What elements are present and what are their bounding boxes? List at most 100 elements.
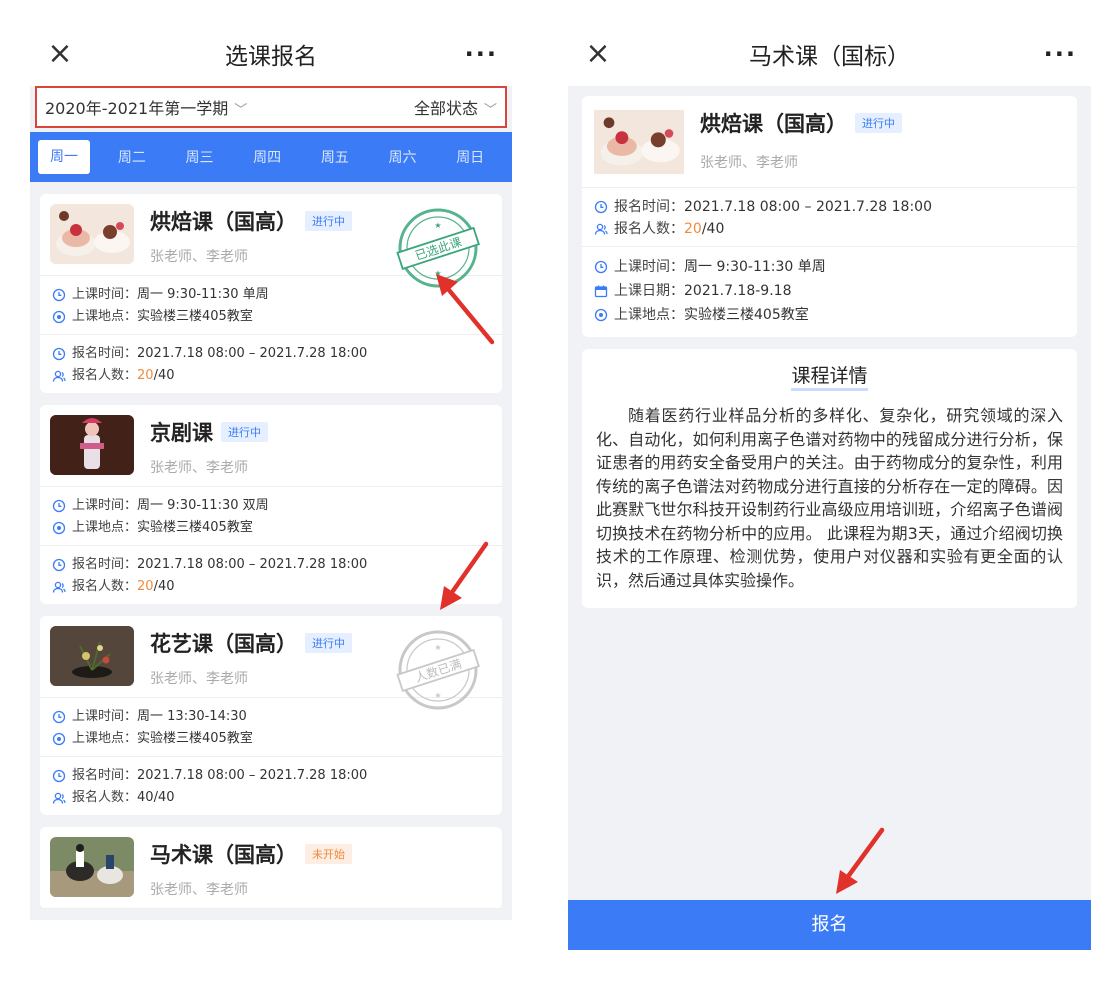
location-icon — [52, 521, 66, 535]
tab-tue[interactable]: 周二 — [98, 147, 166, 167]
tab-thu[interactable]: 周四 — [233, 147, 301, 167]
people-icon — [52, 792, 66, 804]
class-place-label: 上课地点： — [72, 309, 138, 324]
course-detail-screen: × 马术课（国标） ··· 烘焙课（国高） 进行中 张老师、李老师 报名时间： … — [568, 22, 1091, 950]
reg-count-label: 报名人数： — [72, 579, 138, 594]
clock-icon — [52, 288, 66, 302]
clock-icon — [52, 769, 66, 783]
class-place-row: 上课地点： 实验楼三楼405教室 — [52, 728, 490, 750]
full-stamp: 人数已满 ★ ★ — [396, 630, 480, 710]
location-icon — [52, 310, 66, 324]
course-name: 烘焙课（国高） — [700, 112, 847, 136]
detail-heading: 课程详情 — [596, 361, 1063, 391]
status-badge: 进行中 — [305, 211, 352, 231]
term-select[interactable]: 2020年-2021年第一学期 ﹀ — [45, 95, 247, 119]
reg-time-value: 2021.7.18 08:00 – 2021.7.28 18:00 — [684, 199, 932, 215]
class-time-value: 周一 13:30-14:30 — [137, 709, 247, 724]
class-place-row: 上课地点： 实验楼三楼405教室 — [594, 303, 1065, 327]
svg-text:★: ★ — [434, 221, 441, 230]
class-place-label: 上课地点： — [614, 307, 684, 323]
course-card[interactable]: 花艺课（国高） 进行中 张老师、李老师 人数已满 ★ ★ 上课时间： 周一 13:3… — [40, 616, 502, 815]
class-place-value: 实验楼三楼405教室 — [137, 309, 253, 324]
course-summary-card: 烘焙课（国高） 进行中 张老师、李老师 报名时间： 2021.7.18 08:00 … — [582, 96, 1077, 337]
people-icon — [594, 223, 608, 235]
course-thumbnail — [50, 837, 134, 897]
close-icon[interactable]: × — [40, 39, 80, 69]
status-value: 全部状态 — [413, 99, 478, 118]
class-time-label: 上课时间： — [72, 287, 138, 302]
course-teachers: 张老师、李老师 — [150, 460, 248, 476]
stamp-text: 人数已满 — [413, 656, 463, 685]
course-info: 京剧课 进行中 张老师、李老师 — [134, 415, 268, 478]
course-thumbnail — [50, 415, 134, 475]
chevron-down-icon: ﹀ — [234, 103, 248, 118]
tab-wed[interactable]: 周三 — [166, 147, 234, 167]
course-card-head: 京剧课 进行中 张老师、李老师 — [40, 405, 502, 487]
more-icon[interactable]: ··· — [1044, 40, 1077, 68]
more-icon[interactable]: ··· — [465, 40, 498, 68]
page-title: 马术课（国标） — [749, 44, 910, 70]
term-value: 2020年-2021年第一学期 — [45, 99, 229, 118]
course-thumbnail — [50, 204, 134, 264]
chevron-down-icon: ﹀ — [483, 103, 497, 118]
course-name: 马术课（国高） — [150, 843, 297, 867]
status-badge: 进行中 — [855, 113, 902, 133]
detail-body: 随着医药行业样品分析的多样化、复杂化，研究领域的深入化、自动化，如何利用离子色谱… — [596, 406, 1063, 590]
signup-button[interactable]: 报名 — [568, 900, 1091, 950]
reg-time-value: 2021.7.18 08:00 – 2021.7.28 18:00 — [137, 557, 368, 572]
class-place-value: 实验楼三楼405教室 — [137, 520, 253, 535]
class-place-value: 实验楼三楼405教室 — [137, 731, 253, 746]
course-thumbnail — [594, 109, 684, 175]
reg-count-row: 报名人数： 20/40 — [594, 218, 1065, 240]
registration-section: 报名时间： 2021.7.18 08:00 – 2021.7.28 18:00 报… — [40, 546, 502, 604]
reg-count-total: /40 — [153, 579, 175, 594]
location-icon — [594, 308, 608, 322]
reg-time-label: 报名时间： — [72, 557, 138, 572]
course-name: 烘焙课（国高） — [150, 210, 297, 234]
reg-count-total: /40 — [701, 221, 725, 237]
close-icon[interactable]: × — [578, 39, 618, 69]
nav-bar: × 选课报名 ··· — [30, 22, 512, 86]
course-list-screen: × 选课报名 ··· 2020年-2021年第一学期 ﹀ 全部状态 ﹀ 周一 周二 … — [30, 22, 512, 920]
course-teachers: 张老师、李老师 — [700, 155, 798, 171]
course-info: 烘焙课（国高） 进行中 张老师、李老师 — [134, 204, 352, 267]
course-teachers: 张老师、李老师 — [150, 671, 248, 687]
course-card-head: 马术课（国高） 未开始 张老师、李老师 — [40, 827, 502, 909]
reg-time-label: 报名时间： — [614, 199, 684, 215]
course-info: 花艺课（国高） 进行中 张老师、李老师 — [134, 626, 352, 689]
page-title: 选课报名 — [225, 44, 317, 70]
annotation-arrow — [440, 541, 489, 610]
course-card[interactable]: 马术课（国高） 未开始 张老师、李老师 — [40, 827, 502, 909]
tab-sat[interactable]: 周六 — [369, 147, 437, 167]
course-card[interactable]: 京剧课 进行中 张老师、李老师 上课时间： 周一 9:30-11:30 双周 上课地… — [40, 405, 502, 604]
reg-count-current: 20 — [137, 368, 154, 383]
clock-icon — [52, 710, 66, 724]
tab-mon[interactable]: 周一 — [38, 140, 90, 174]
reg-count-row: 报名人数： 40/40 — [52, 787, 490, 809]
weekday-tabs: 周一 周二 周三 周四 周五 周六 周日 — [30, 132, 512, 182]
annotation-arrow — [436, 274, 495, 345]
annotation-arrow — [836, 827, 885, 894]
status-badge: 未开始 — [305, 844, 352, 864]
class-time-row: 上课时间： 周一 9:30-11:30 单周 — [594, 255, 1065, 279]
reg-time-row: 报名时间： 2021.7.18 08:00 – 2021.7.28 18:00 — [52, 765, 490, 787]
reg-count-row: 报名人数： 20/40 — [52, 576, 490, 598]
class-place-label: 上课地点： — [72, 731, 138, 746]
status-select[interactable]: 全部状态 ﹀ — [414, 95, 497, 119]
reg-time-label: 报名时间： — [72, 346, 138, 361]
status-badge: 进行中 — [221, 422, 268, 442]
course-teachers: 张老师、李老师 — [150, 249, 248, 265]
class-place-value: 实验楼三楼405教室 — [684, 307, 809, 323]
tab-sun[interactable]: 周日 — [436, 147, 504, 167]
reg-count-total: /40 — [153, 790, 175, 805]
location-icon — [52, 732, 66, 746]
reg-time-value: 2021.7.18 08:00 – 2021.7.28 18:00 — [137, 346, 368, 361]
nav-bar: × 马术课（国标） ··· — [568, 22, 1091, 86]
detail-heading-text: 课程详情 — [791, 365, 868, 391]
reg-time-label: 报名时间： — [72, 768, 138, 783]
class-date-label: 上课日期： — [614, 283, 684, 299]
schedule-section: 上课时间： 周一 9:30-11:30 双周 上课地点： 实验楼三楼405教室 — [40, 487, 502, 546]
reg-count-row: 报名人数： 20/40 — [52, 365, 490, 387]
tab-fri[interactable]: 周五 — [301, 147, 369, 167]
clock-icon — [52, 499, 66, 513]
